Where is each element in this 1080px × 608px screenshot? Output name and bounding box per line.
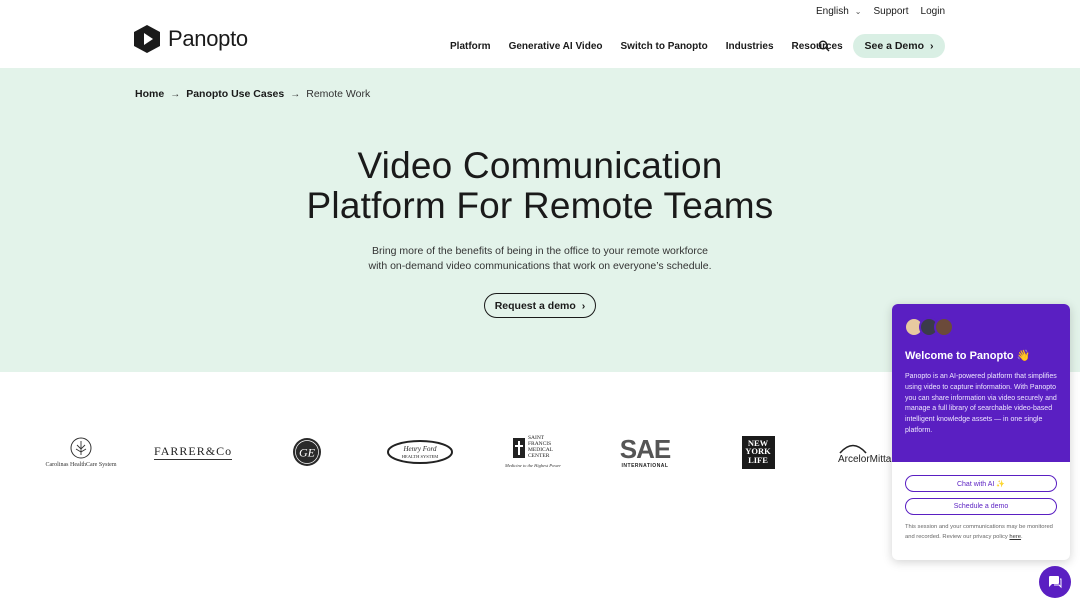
- ge-label: GE: [299, 446, 316, 460]
- see-a-demo-label: See a Demo: [864, 40, 925, 52]
- partial-logo-left: ·: [0, 430, 2, 474]
- title-line-2: Platform For Remote Teams: [306, 185, 774, 226]
- arcelor-label: ArcelorMitta: [838, 453, 892, 465]
- panopto-logo[interactable]: Panopto: [134, 25, 248, 53]
- chat-widget: Welcome to Panopto 👋 Panopto is an AI-po…: [892, 304, 1070, 560]
- saint-francis-mark: SAINT FRANCIS MEDICAL CENTER: [512, 436, 553, 459]
- utility-nav: English ⌄ Support Login: [816, 6, 945, 17]
- subtitle-line-2: with on-demand video communications that…: [368, 260, 712, 272]
- arcelor-swoosh-icon: [839, 444, 867, 454]
- chat-with-ai-button[interactable]: Chat with AI ✨: [905, 475, 1057, 492]
- farrer-label: FARRER&Co: [153, 444, 233, 460]
- nyl-box: NEW YORK LIFE: [741, 435, 775, 469]
- nav-industries[interactable]: Industries: [726, 41, 774, 52]
- tree-icon: [70, 437, 92, 458]
- request-demo-button[interactable]: Request a demo ›: [484, 293, 596, 318]
- nav-generative-ai-video[interactable]: Generative AI Video: [509, 41, 603, 52]
- logo-carolinas-healthcare: Carolinas HealthCare System: [44, 430, 118, 474]
- language-label: English: [815, 6, 849, 17]
- chat-bubble-icon: [1049, 576, 1062, 589]
- chat-launcher-button[interactable]: [1039, 566, 1071, 598]
- logo-ge: GE: [290, 430, 324, 474]
- login-link[interactable]: Login: [921, 6, 945, 17]
- agent-avatars: [904, 317, 954, 337]
- request-demo-label: Request a demo: [494, 299, 576, 312]
- breadcrumb-home[interactable]: Home: [135, 88, 164, 100]
- logo-farrer: FARRER&Co: [153, 430, 233, 474]
- saint-francis-tagline: Medicine to the Highest Power: [505, 462, 561, 468]
- panopto-logo-icon: [134, 25, 160, 53]
- sae-sub-label: INTERNATIONAL: [621, 462, 669, 469]
- ge-monogram-icon: GE: [293, 438, 321, 466]
- nav-switch-to-panopto[interactable]: Switch to Panopto: [621, 41, 708, 52]
- logo-arcelormittal: ArcelorMitta: [838, 430, 898, 474]
- sae-label: SAE: [619, 433, 671, 464]
- chat-intro-text: Panopto is an AI-powered platform that s…: [905, 373, 1057, 434]
- carolinas-label: Carolinas HealthCare System: [45, 461, 117, 468]
- hero-subtitle: Bring more of the benefits of being in t…: [340, 244, 740, 274]
- chat-header: Welcome to Panopto 👋 Panopto is an AI-po…: [892, 304, 1070, 462]
- support-link[interactable]: Support: [874, 6, 909, 17]
- cross-icon: [512, 438, 525, 458]
- chat-legal-notice: This session and your communications may…: [905, 524, 1053, 540]
- breadcrumb-use-cases[interactable]: Panopto Use Cases: [186, 88, 284, 100]
- chevron-right-icon: ›: [930, 40, 934, 52]
- logo-henry-ford: Henry Ford HEALTH SYSTEM Henry Ford Heal…: [385, 430, 455, 474]
- main-nav: Platform Generative AI Video Switch to P…: [450, 41, 861, 52]
- legal-text: This session and your communications may…: [905, 524, 1053, 540]
- breadcrumb-current: Remote Work: [306, 88, 371, 100]
- schedule-demo-button[interactable]: Schedule a demo: [905, 498, 1057, 515]
- henry-ford-oval-icon: Henry Ford HEALTH SYSTEM: [387, 440, 453, 464]
- search-icon[interactable]: [818, 40, 830, 52]
- arrow-right-icon: →: [170, 88, 181, 100]
- subtitle-line-1: Bring more of the benefits of being in t…: [372, 245, 708, 257]
- chat-title: Welcome to Panopto 👋: [905, 350, 1031, 362]
- chevron-down-icon: ⌄: [854, 7, 862, 16]
- chevron-right-icon: ›: [581, 299, 586, 312]
- page: Panopto English ⌄ Support Login Platform…: [0, 0, 1080, 608]
- svg-text:HEALTH SYSTEM: HEALTH SYSTEM: [402, 454, 438, 459]
- avatar: [934, 317, 954, 337]
- nyl-l3: LIFE: [748, 454, 768, 465]
- svg-text:Henry Ford: Henry Ford: [403, 445, 437, 453]
- site-header: Panopto English ⌄ Support Login Platform…: [0, 0, 1080, 68]
- arrow-right-icon: →: [290, 88, 301, 100]
- page-title: Video Communication Platform For Remote …: [240, 146, 840, 226]
- logo-saint-francis: SAINT FRANCIS MEDICAL CENTER Medicine to…: [500, 430, 566, 474]
- title-line-1: Video Communication: [357, 145, 723, 186]
- language-selector[interactable]: English ⌄: [816, 6, 862, 17]
- nav-platform[interactable]: Platform: [450, 41, 491, 52]
- privacy-policy-link[interactable]: here: [1009, 534, 1021, 540]
- see-a-demo-button[interactable]: See a Demo ›: [853, 34, 945, 58]
- breadcrumb: Home → Panopto Use Cases → Remote Work: [135, 88, 370, 100]
- logo-new-york-life: NEW YORK LIFE: [741, 430, 775, 474]
- saint-francis-l4: CENTER: [527, 452, 550, 459]
- logo-text: Panopto: [168, 26, 248, 51]
- logo-sae: SAE INTERNATIONAL: [616, 430, 674, 474]
